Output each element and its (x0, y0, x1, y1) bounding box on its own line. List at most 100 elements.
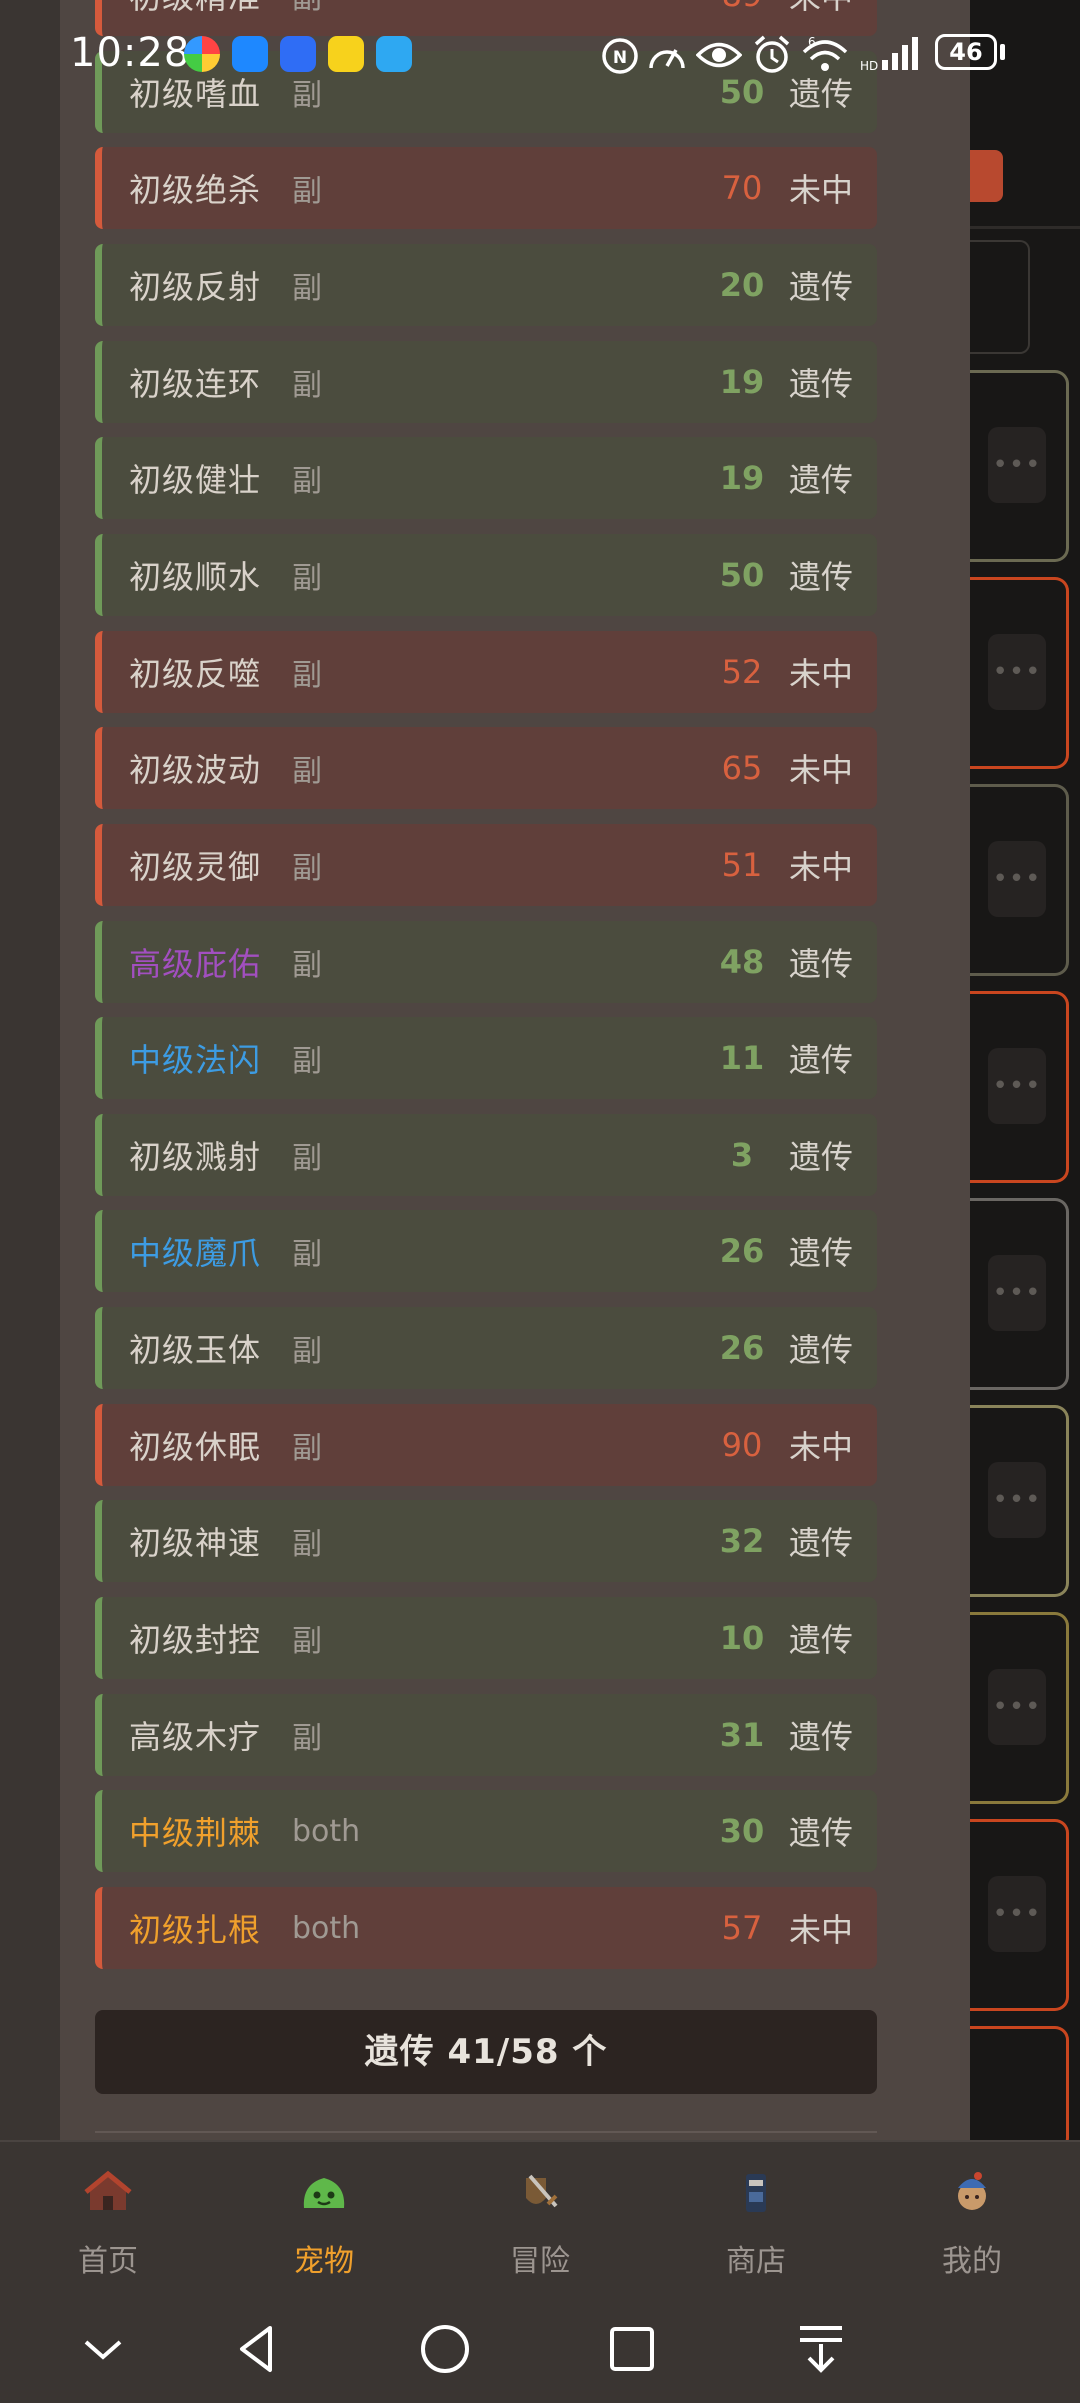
inherit-result: 遗传 (788, 1814, 853, 1853)
back-icon[interactable] (222, 2314, 292, 2384)
skill-slot: 副 (292, 1720, 322, 1756)
skill-slot: 副 (292, 1334, 322, 1370)
tab-label: 冒险 (510, 2244, 570, 2279)
skill-slot: 副 (292, 270, 322, 306)
skill-name: 高级庇佑 (129, 944, 262, 983)
tab-pets[interactable]: 宠物 (216, 2142, 432, 2302)
skill-name: 初级玉体 (129, 1331, 262, 1370)
skill-slot: 副 (292, 1430, 322, 1466)
inherit-summary-button[interactable]: 遗传 41/58 个 (95, 2010, 877, 2094)
background-pet-card: ••• (970, 784, 1069, 976)
skill-slot: 副 (292, 1237, 322, 1273)
home-circle-icon[interactable] (410, 2314, 480, 2384)
background-action-button (970, 150, 1003, 202)
more-icon: ••• (988, 1669, 1046, 1745)
skill-row: 中级荆棘 both 30 遗传 (95, 1790, 877, 1873)
bottom-tab-bar: 首页 宠物 冒险 商店 我的 (0, 2140, 1080, 2302)
background-pet-card: ••• (970, 370, 1069, 562)
skill-row: 初级反噬副 52 未中 (95, 630, 877, 713)
skill-name: 初级扎根 (129, 1911, 262, 1949)
skill-row: 初级绝杀副 70 未中 (95, 147, 877, 230)
app-notification-icon (328, 36, 364, 72)
skill-value: 32 (719, 1522, 765, 1561)
more-icon: ••• (988, 1048, 1046, 1124)
skill-name: 初级灵御 (129, 847, 262, 886)
app-notification-icon (280, 36, 316, 72)
alarm-icon (754, 35, 790, 73)
background-page: ••• ••• ••• ••• ••• ••• ••• ••• (970, 0, 1080, 2152)
skill-row: 初级顺水副 50 遗传 (95, 533, 877, 616)
inherit-result: 遗传 (788, 1524, 853, 1563)
inherit-result: 遗传 (788, 944, 853, 983)
inherit-result: 未中 (788, 751, 853, 790)
modal-backdrop (0, 0, 60, 2140)
inherit-result: 未中 (788, 1427, 853, 1466)
notification-pull-icon[interactable] (786, 2314, 856, 2384)
tab-label: 商店 (726, 2244, 786, 2279)
battery-indicator: 46 (935, 34, 997, 70)
inherit-result: 遗传 (788, 1234, 853, 1273)
more-icon: ••• (988, 1462, 1046, 1538)
tab-label: 首页 (78, 2244, 138, 2279)
clock: 10:28 (70, 30, 191, 76)
skill-name: 中级法闪 (129, 1041, 262, 1080)
background-pet-card: ••• (970, 577, 1069, 769)
background-pet-card: ••• (970, 1612, 1069, 1804)
inherit-result: 未中 (788, 171, 853, 210)
skill-name: 初级健壮 (129, 461, 262, 500)
skill-slot: 副 (292, 850, 322, 886)
inherit-result: 遗传 (788, 364, 853, 403)
skill-slot: 副 (292, 560, 322, 596)
tab-adventure[interactable]: 冒险 (432, 2142, 648, 2302)
skill-value: 20 (719, 265, 765, 304)
skill-row: 初级溅射副 3 遗传 (95, 1113, 877, 1196)
skill-name: 初级反噬 (129, 654, 262, 693)
recent-apps-icon[interactable] (597, 2314, 667, 2384)
skill-value: 26 (719, 1232, 765, 1271)
skill-value: 51 (721, 845, 763, 884)
more-icon: ••• (988, 427, 1046, 503)
app-notification-icon (184, 36, 220, 72)
tab-home[interactable]: 首页 (0, 2142, 216, 2302)
skill-row: 中级魔爪副 26 遗传 (95, 1210, 877, 1293)
inherit-result: 遗传 (788, 1621, 853, 1660)
skill-value: 90 (721, 1425, 763, 1464)
app-notification-icon (232, 36, 268, 72)
skill-slot: both (292, 1910, 361, 1946)
skill-name: 高级木疗 (129, 1717, 262, 1756)
inherit-result: 未中 (788, 1911, 853, 1949)
skill-name: 初级休眠 (129, 1427, 262, 1466)
skill-slot: both (292, 1813, 361, 1849)
eye-icon (696, 42, 742, 68)
skill-row: 初级灵御副 51 未中 (95, 823, 877, 906)
skill-name: 初级绝杀 (129, 171, 262, 210)
chevron-down-icon[interactable] (68, 2314, 138, 2384)
skill-name: 初级溅射 (129, 1137, 262, 1176)
background-pet-card (970, 2026, 1069, 2152)
skill-row: 初级休眠副 90 未中 (95, 1403, 877, 1486)
skill-row: 初级玉体副 26 遗传 (95, 1307, 877, 1390)
inherit-result: 遗传 (788, 461, 853, 500)
tab-shop[interactable]: 商店 (648, 2142, 864, 2302)
skill-row: 初级连环副 19 遗传 (95, 340, 877, 423)
shop-stall-icon (746, 2174, 766, 2212)
tab-label: 我的 (942, 2244, 1002, 2279)
skill-name: 初级波动 (129, 751, 262, 790)
skill-slot: 副 (292, 947, 322, 983)
skill-row: 初级健壮副 19 遗传 (95, 437, 877, 520)
skill-value: 70 (721, 169, 763, 208)
skill-value: 26 (719, 1329, 765, 1368)
skill-value: 48 (719, 942, 765, 981)
more-icon: ••• (988, 1255, 1046, 1331)
tab-profile[interactable]: 我的 (864, 2142, 1080, 2302)
background-pet-card: ••• (970, 1198, 1069, 1390)
skill-value: 19 (719, 362, 765, 401)
tab-label: 宠物 (294, 2244, 354, 2279)
skill-value: 19 (719, 459, 765, 498)
skill-slot: 副 (292, 754, 322, 790)
inherit-result: 遗传 (788, 1041, 853, 1080)
skill-name: 初级顺水 (129, 557, 262, 596)
speed-icon (649, 49, 685, 69)
svg-text:HD: HD (860, 59, 878, 72)
slime-pet-icon (303, 2178, 345, 2208)
